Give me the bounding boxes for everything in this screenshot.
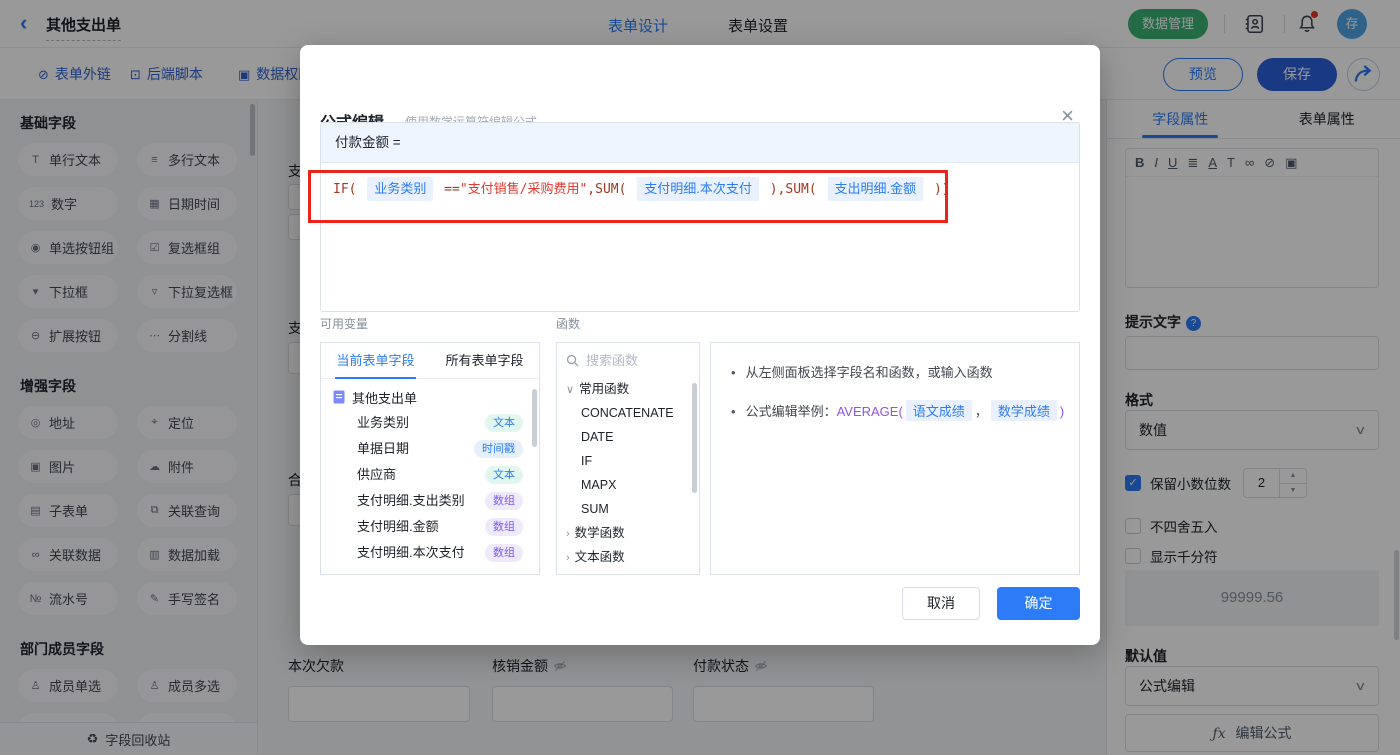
function-group-common[interactable]: ∨ 常用函数: [557, 377, 699, 401]
variable-item[interactable]: 单据日期 时间戳: [321, 436, 539, 462]
formula-string-literal: "支付销售/采购费用": [459, 182, 588, 197]
variables-root-node[interactable]: 其他支出单: [321, 384, 539, 410]
functions-panel: ∨常用函数 CONCATENATE DATE IF MAPX SUM ›数学函数…: [556, 342, 700, 575]
formula-operator: ==: [436, 182, 460, 197]
formula-target-field: 付款金额 =: [321, 123, 1079, 163]
variable-item[interactable]: 供应商 文本: [321, 462, 539, 488]
function-item[interactable]: MAPX: [557, 473, 699, 497]
variable-item[interactable]: 业务类别 文本: [321, 410, 539, 436]
function-item[interactable]: CONCATENATE: [557, 401, 699, 425]
function-group-math[interactable]: › 数学函数: [557, 521, 699, 545]
tab-current-form-fields[interactable]: 当前表单字段: [321, 343, 430, 379]
example-function-close: ): [1059, 404, 1065, 419]
function-search[interactable]: [557, 343, 699, 377]
function-item[interactable]: SUM: [557, 497, 699, 521]
type-badge: 文本: [485, 414, 523, 432]
bullet-icon: •: [731, 365, 736, 380]
chevron-collapsed-icon: ›: [566, 528, 570, 540]
tip-example-line: • 公式编辑举例：AVERAGE(语文成绩，数学成绩): [711, 400, 1079, 421]
function-group-text[interactable]: › 文本函数: [557, 545, 699, 569]
formula-edit-modal: 公式编辑 使用数学运算符编辑公式 × 付款金额 = IF( 业务类别 =="支付…: [300, 45, 1100, 645]
variable-item[interactable]: 支付明细.支出类别 数组: [321, 488, 539, 514]
bullet-icon: •: [731, 404, 736, 419]
variables-tree: 其他支出单 业务类别 文本 单据日期 时间戳 供应商 文本 支付明细.支出类别 数组 支…: [321, 379, 539, 566]
formula-if-open: IF(: [333, 182, 365, 197]
variables-label: 可用变量: [320, 317, 369, 331]
chevron-collapsed-icon: ›: [566, 552, 570, 564]
formula-field-chip[interactable]: 支付明细.本次支付: [637, 177, 759, 201]
modal-footer: 取消 确定: [902, 587, 1080, 620]
variable-item[interactable]: 支付明细.本次支付 数组: [321, 540, 539, 566]
tip-line: • 从左侧面板选择字段名和函数，或输入函数: [731, 365, 993, 380]
function-item[interactable]: DATE: [557, 425, 699, 449]
variables-tabs: 当前表单字段 所有表单字段: [321, 343, 539, 379]
chevron-expanded-icon: ∨: [566, 384, 575, 396]
type-badge: 文本: [485, 466, 523, 484]
functions-scrollbar[interactable]: [692, 383, 697, 493]
cancel-button[interactable]: 取消: [902, 587, 980, 620]
form-doc-icon: [333, 390, 345, 404]
formula-expression[interactable]: IF( 业务类别 =="支付销售/采购费用",SUM( 支付明细.本次支付 ),…: [321, 163, 1079, 215]
functions-label: 函数: [556, 317, 581, 331]
formula-close: )): [926, 182, 950, 197]
example-function-name: AVERAGE(: [836, 404, 903, 419]
tips-panel: • 从左侧面板选择字段名和函数，或输入函数 • 公式编辑举例：AVERAGE(语文成…: [710, 342, 1080, 575]
formula-sum-open: ,SUM(: [587, 182, 635, 197]
variables-scrollbar[interactable]: [532, 389, 537, 447]
function-item[interactable]: IF: [557, 449, 699, 473]
type-badge: 数组: [485, 492, 523, 510]
function-search-input[interactable]: [586, 352, 681, 368]
formula-sum-open: ),SUM(: [761, 182, 825, 197]
example-field-chip: 数学成绩: [990, 400, 1057, 421]
search-icon: [566, 354, 579, 367]
example-field-chip: 语文成绩: [905, 400, 972, 421]
formula-field-chip[interactable]: 业务类别: [367, 177, 434, 201]
variables-panel: 当前表单字段 所有表单字段 其他支出单 业务类别 文本 单据日期 时间戳 供应商 文本…: [320, 342, 540, 575]
type-badge: 时间戳: [474, 440, 523, 458]
tab-all-form-fields[interactable]: 所有表单字段: [430, 343, 539, 378]
formula-editor[interactable]: 付款金额 = IF( 业务类别 =="支付销售/采购费用",SUM( 支付明细.…: [320, 122, 1080, 312]
type-badge: 数组: [485, 544, 523, 562]
variable-item[interactable]: 支付明细.金额 数组: [321, 514, 539, 540]
confirm-button[interactable]: 确定: [997, 587, 1080, 620]
formula-field-chip[interactable]: 支出明细.金额: [827, 177, 924, 201]
type-badge: 数组: [485, 518, 523, 536]
